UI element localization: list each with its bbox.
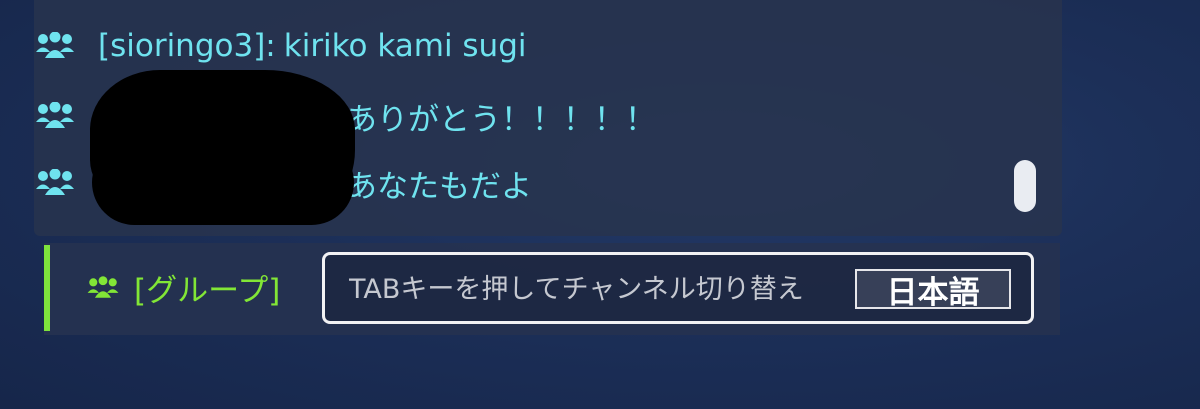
chat-text: ありがとう！！！！！ (346, 101, 656, 138)
group-icon (36, 32, 74, 58)
chat-text: kiriko kami sugi (283, 28, 527, 64)
channel-label: [グループ] (134, 273, 281, 309)
channel-selector[interactable]: [グループ] (86, 265, 280, 310)
chat-message: [sioringo3]: kiriko kami sugi (34, 20, 527, 72)
chat-speaker[interactable]: [sioringo3]: (98, 28, 276, 64)
redaction-blot (92, 140, 354, 225)
chat-text: あなたもだよ (346, 168, 532, 205)
chat-input[interactable] (347, 265, 851, 313)
channel-accent-bar (44, 245, 50, 331)
chat-input-box[interactable]: 日本語 (322, 252, 1034, 324)
ime-mode-badge: 日本語 (855, 269, 1011, 311)
group-icon (87, 275, 119, 298)
chat-input-row: [グループ] 日本語 (44, 243, 1060, 335)
group-icon (36, 169, 74, 195)
chat-scrollbar[interactable] (1014, 160, 1036, 212)
group-icon (36, 102, 74, 128)
